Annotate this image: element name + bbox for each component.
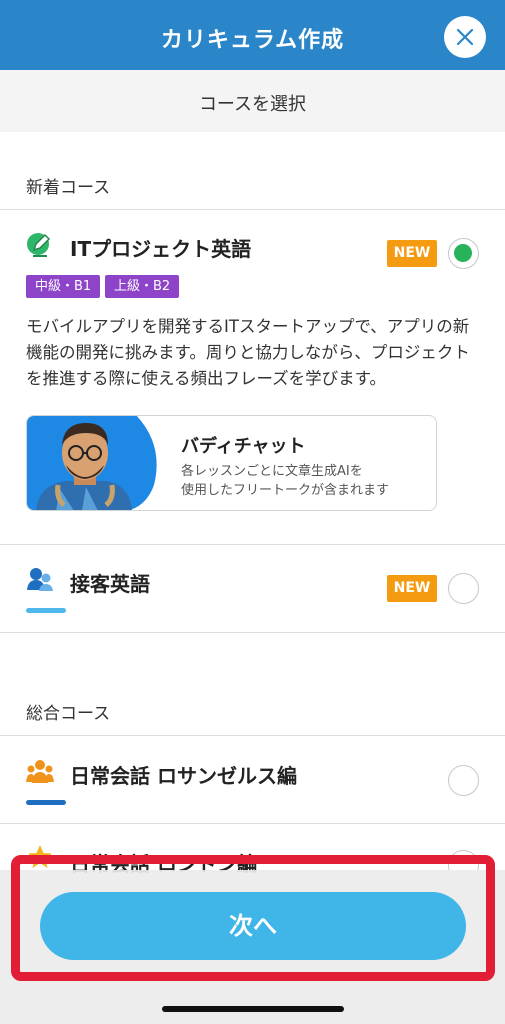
customer-service-icon (27, 568, 53, 591)
buddy-desc-line: 各レッスンごとに文章生成AIを (181, 464, 363, 479)
course-radio[interactable] (448, 573, 479, 604)
buddy-chat-card: バディチャット 各レッスンごとに文章生成AIを 使用したフリートークが含まれます (26, 415, 437, 511)
course-radio-selected[interactable] (448, 238, 479, 269)
section-title-new: 新着コース (26, 178, 111, 198)
app-header: カリキュラム作成 (0, 0, 505, 70)
course-progress-bar (26, 800, 66, 805)
course-progress-bar (26, 608, 66, 613)
course-name: 接客英語 (70, 572, 150, 596)
divider (0, 209, 505, 210)
new-badge: NEW (387, 575, 437, 602)
buddy-avatar (27, 416, 157, 510)
course-radio[interactable] (448, 765, 479, 796)
course-description: モバイルアプリを開発するITスタートアップで、アプリの新機能の開発に挑みます。周… (26, 317, 470, 388)
new-badge: NEW (387, 240, 437, 267)
close-icon (456, 28, 474, 46)
people-icon (26, 760, 54, 783)
course-name: ITプロジェクト英語 (70, 237, 252, 261)
divider (0, 823, 505, 824)
highlight-frame (11, 855, 495, 981)
divider (0, 735, 505, 736)
page-title: カリキュラム作成 (160, 28, 345, 53)
close-button[interactable] (444, 16, 486, 58)
divider (0, 544, 505, 545)
step-title: コースを選択 (198, 94, 307, 115)
buddy-chat-title: バディチャット (181, 436, 306, 457)
divider (0, 632, 505, 633)
level-tag: 中級・B1 (26, 275, 101, 298)
course-name: 日常会話 ロサンゼルス編 (70, 764, 297, 788)
buddy-desc-line: 使用したフリートークが含まれます (181, 483, 390, 498)
home-indicator (162, 1006, 344, 1012)
level-tag: 上級・B2 (105, 275, 180, 298)
section-title-general: 総合コース (26, 704, 111, 724)
pen-icon (27, 233, 51, 257)
buddy-chat-description: 各レッスンごとに文章生成AIを 使用したフリートークが含まれます (181, 462, 389, 500)
step-header: コースを選択 (0, 70, 505, 132)
